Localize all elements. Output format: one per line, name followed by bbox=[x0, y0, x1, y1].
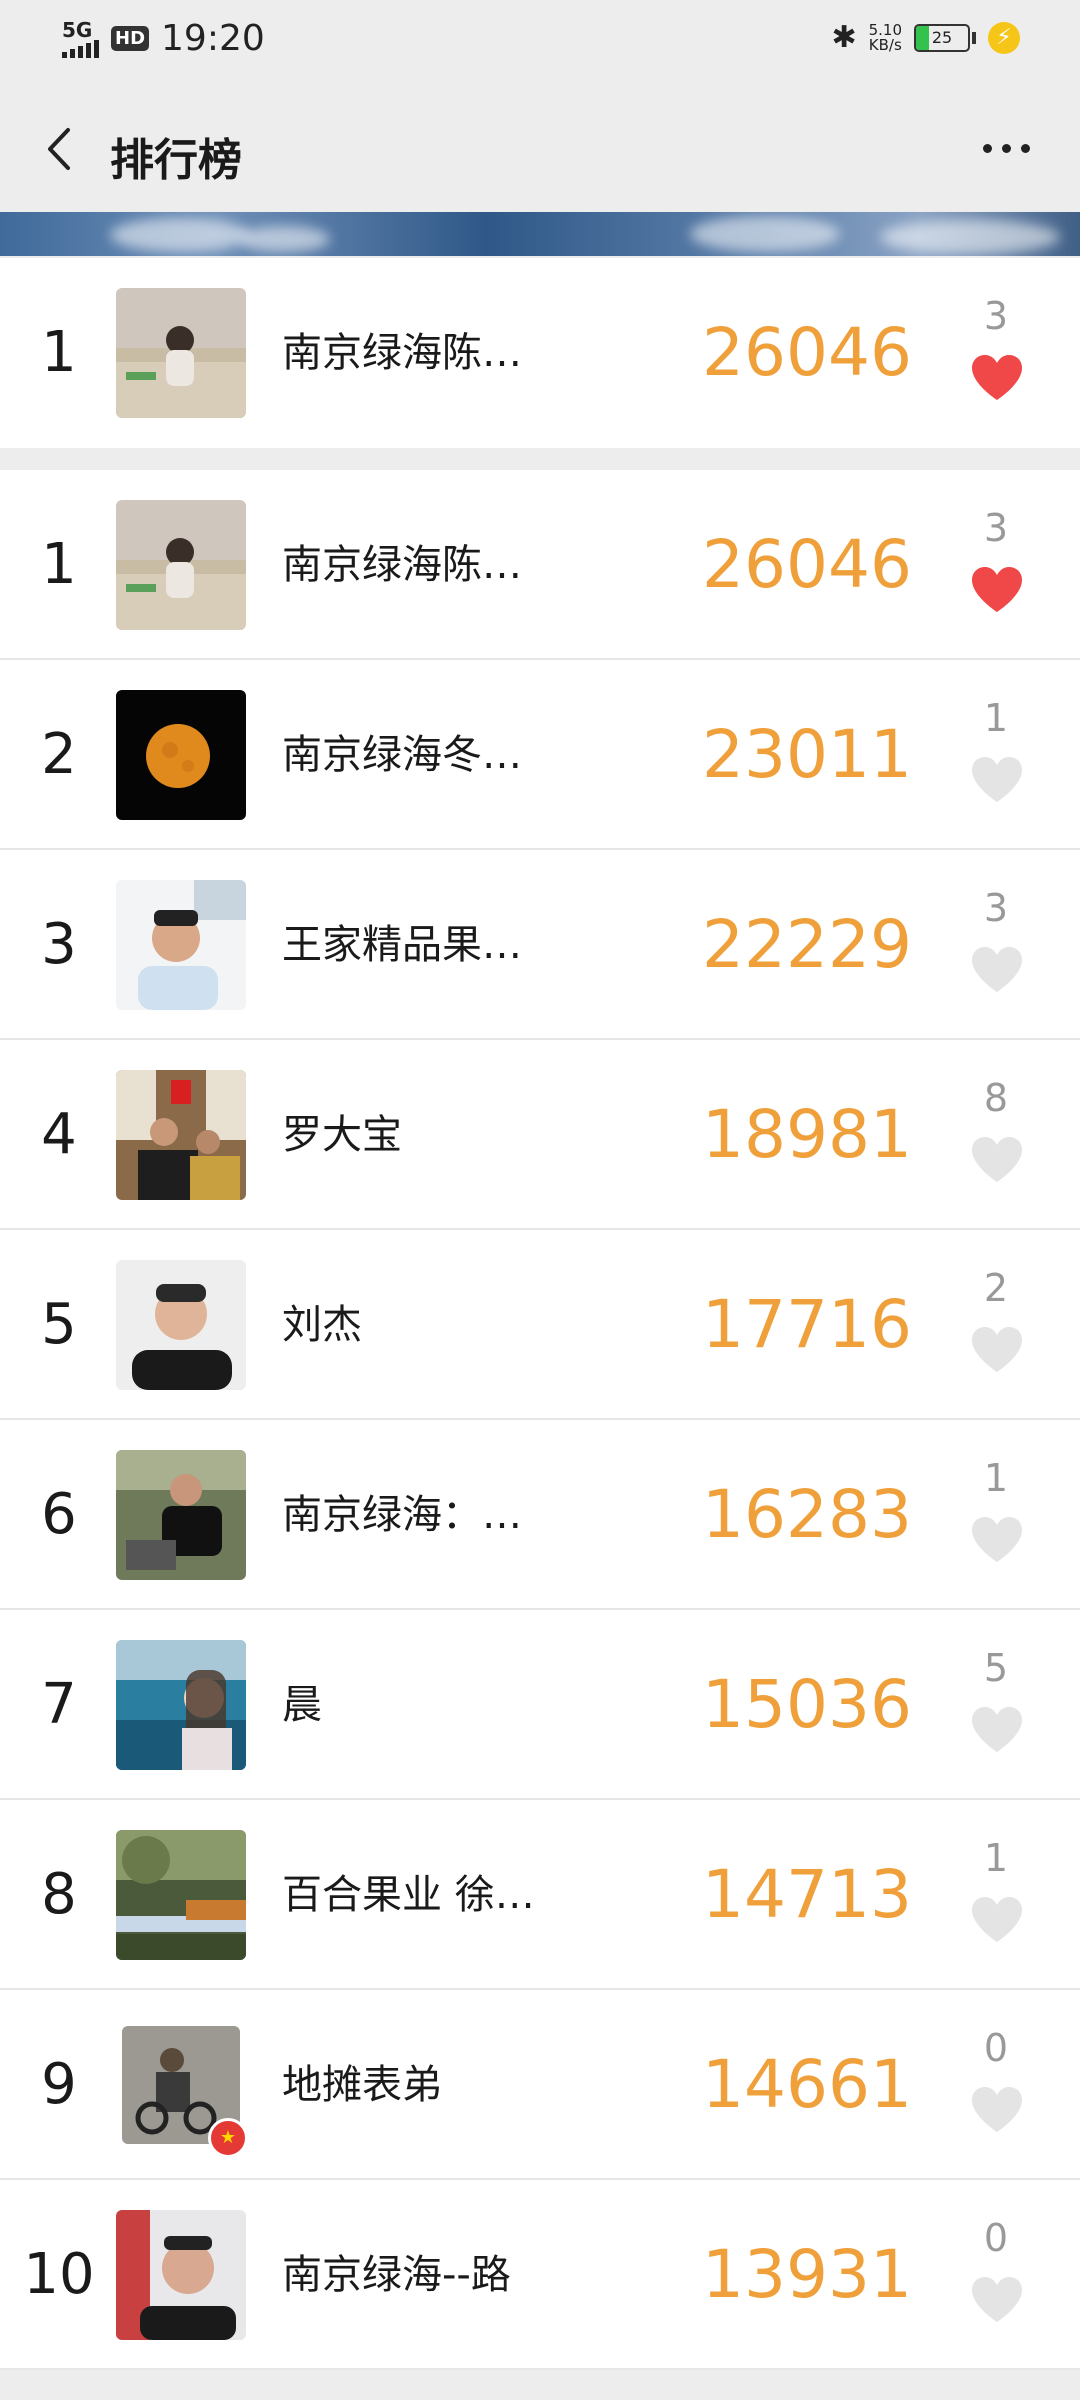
user-name: 百合果业 徐… bbox=[282, 1872, 535, 1918]
heart-icon[interactable] bbox=[970, 1706, 1024, 1754]
like-count: 5 bbox=[983, 1646, 1009, 1690]
avatar[interactable] bbox=[116, 1260, 246, 1390]
heart-icon[interactable] bbox=[970, 756, 1024, 804]
rank-number: 2 bbox=[41, 722, 77, 787]
rank-number: 8 bbox=[41, 1862, 77, 1927]
ranking-row[interactable]: 9 ★ 地摊表弟 14661 0 bbox=[0, 1990, 1080, 2180]
like-count: 3 bbox=[983, 886, 1009, 930]
step-count: 15036 bbox=[702, 1666, 912, 1743]
like-count: 1 bbox=[983, 1836, 1009, 1880]
heart-icon[interactable] bbox=[970, 566, 1024, 614]
flag-badge-icon: ★ bbox=[208, 2118, 248, 2158]
step-count: 26046 bbox=[702, 526, 912, 603]
clock: 19:20 bbox=[161, 18, 265, 59]
user-name: 地摊表弟 bbox=[282, 2062, 442, 2108]
heart-icon[interactable] bbox=[970, 1326, 1024, 1374]
user-name: 南京绿海冬… bbox=[282, 732, 522, 778]
rank-number: 10 bbox=[23, 2242, 95, 2307]
ranking-row[interactable]: 1 南京绿海陈… 26046 3 bbox=[0, 470, 1080, 660]
more-icon[interactable] bbox=[983, 144, 1030, 153]
battery-tip bbox=[972, 31, 976, 44]
rank-number: 9 bbox=[41, 2052, 77, 2117]
page-title: 排行榜 bbox=[110, 135, 242, 186]
user-name: 晨 bbox=[282, 1682, 322, 1728]
rank-number: 7 bbox=[41, 1672, 77, 1737]
user-name: 南京绿海陈… bbox=[282, 330, 522, 376]
step-count: 14713 bbox=[702, 1856, 912, 1933]
signal-icon: 5G bbox=[62, 20, 99, 58]
battery-icon: 25 bbox=[914, 23, 970, 52]
row-divider bbox=[0, 2368, 1080, 2370]
rank-number: 4 bbox=[41, 1102, 77, 1167]
avatar[interactable] bbox=[116, 288, 246, 418]
status-left: 5G HD 19:20 bbox=[62, 18, 265, 59]
heart-icon[interactable] bbox=[970, 1516, 1024, 1564]
step-count: 17716 bbox=[702, 1286, 912, 1363]
network-type: 5G bbox=[62, 17, 93, 42]
user-name: 南京绿海--路 bbox=[282, 2252, 511, 2298]
ranking-row[interactable]: 7 晨 15036 5 bbox=[0, 1610, 1080, 1800]
avatar[interactable] bbox=[116, 500, 246, 630]
avatar[interactable] bbox=[116, 1640, 246, 1770]
like-count: 0 bbox=[983, 2216, 1009, 2260]
network-speed: 5.10 KB/s bbox=[868, 22, 902, 54]
step-count: 23011 bbox=[702, 716, 912, 793]
like-count: 2 bbox=[983, 1266, 1009, 1310]
my-rank-row[interactable]: 1 南京绿海陈… 26046 3 bbox=[0, 258, 1080, 448]
rank-number: 1 bbox=[41, 320, 77, 385]
status-bar: 5G HD 19:20 ✱ 5.10 KB/s 25 ⚡ bbox=[0, 0, 1080, 84]
status-right: ✱ 5.10 KB/s 25 ⚡ bbox=[831, 20, 1020, 55]
avatar[interactable] bbox=[116, 1070, 246, 1200]
like-count: 3 bbox=[983, 294, 1009, 338]
like-count: 0 bbox=[983, 2026, 1009, 2070]
step-count: 16283 bbox=[702, 1476, 912, 1553]
avatar[interactable] bbox=[116, 880, 246, 1010]
user-name: 罗大宝 bbox=[282, 1112, 402, 1158]
like-count: 3 bbox=[983, 506, 1009, 550]
avatar[interactable] bbox=[116, 2210, 246, 2340]
ranking-row[interactable]: 10 南京绿海--路 13931 0 bbox=[0, 2180, 1080, 2370]
heart-icon[interactable] bbox=[970, 354, 1024, 402]
avatar[interactable] bbox=[116, 1450, 246, 1580]
step-count: 26046 bbox=[702, 314, 912, 391]
heart-icon[interactable] bbox=[970, 946, 1024, 994]
battery-fill bbox=[916, 25, 929, 50]
avatar[interactable] bbox=[116, 690, 246, 820]
bluetooth-icon: ✱ bbox=[831, 20, 857, 55]
nav-bar: 排行榜 bbox=[0, 84, 1080, 212]
hd-icon: HD bbox=[111, 26, 150, 51]
rank-number: 3 bbox=[41, 912, 77, 977]
ranking-row[interactable]: 2 南京绿海冬… 23011 1 bbox=[0, 660, 1080, 850]
back-icon[interactable] bbox=[38, 124, 82, 174]
like-count: 1 bbox=[983, 1456, 1009, 1500]
like-count: 1 bbox=[983, 696, 1009, 740]
user-name: 南京绿海：… bbox=[282, 1492, 522, 1538]
step-count: 22229 bbox=[702, 906, 912, 983]
speed-unit: KB/s bbox=[868, 35, 902, 54]
heart-icon[interactable] bbox=[970, 1136, 1024, 1184]
user-name: 刘杰 bbox=[282, 1302, 362, 1348]
step-count: 13931 bbox=[702, 2236, 912, 2313]
step-count: 18981 bbox=[702, 1096, 912, 1173]
heart-icon[interactable] bbox=[970, 2276, 1024, 2324]
heart-icon[interactable] bbox=[970, 2086, 1024, 2134]
rank-number: 1 bbox=[41, 532, 77, 597]
user-name: 王家精品果… bbox=[282, 922, 522, 968]
ranking-row[interactable]: 4 罗大宝 18981 8 bbox=[0, 1040, 1080, 1230]
ranking-row[interactable]: 8 百合果业 徐… 14713 1 bbox=[0, 1800, 1080, 1990]
ranking-row[interactable]: 3 王家精品果… 22229 3 bbox=[0, 850, 1080, 1040]
rank-number: 5 bbox=[41, 1292, 77, 1357]
battery-level: 25 bbox=[931, 27, 953, 47]
user-name: 南京绿海陈… bbox=[282, 542, 522, 588]
heart-icon[interactable] bbox=[970, 1896, 1024, 1944]
header-banner bbox=[0, 212, 1080, 256]
ranking-row[interactable]: 5 刘杰 17716 2 bbox=[0, 1230, 1080, 1420]
rank-number: 6 bbox=[41, 1482, 77, 1547]
like-count: 8 bbox=[983, 1076, 1009, 1120]
step-count: 14661 bbox=[702, 2046, 912, 2123]
charging-icon: ⚡ bbox=[988, 21, 1020, 54]
ranking-row[interactable]: 6 南京绿海：… 16283 1 bbox=[0, 1420, 1080, 1610]
avatar[interactable] bbox=[116, 1830, 246, 1960]
